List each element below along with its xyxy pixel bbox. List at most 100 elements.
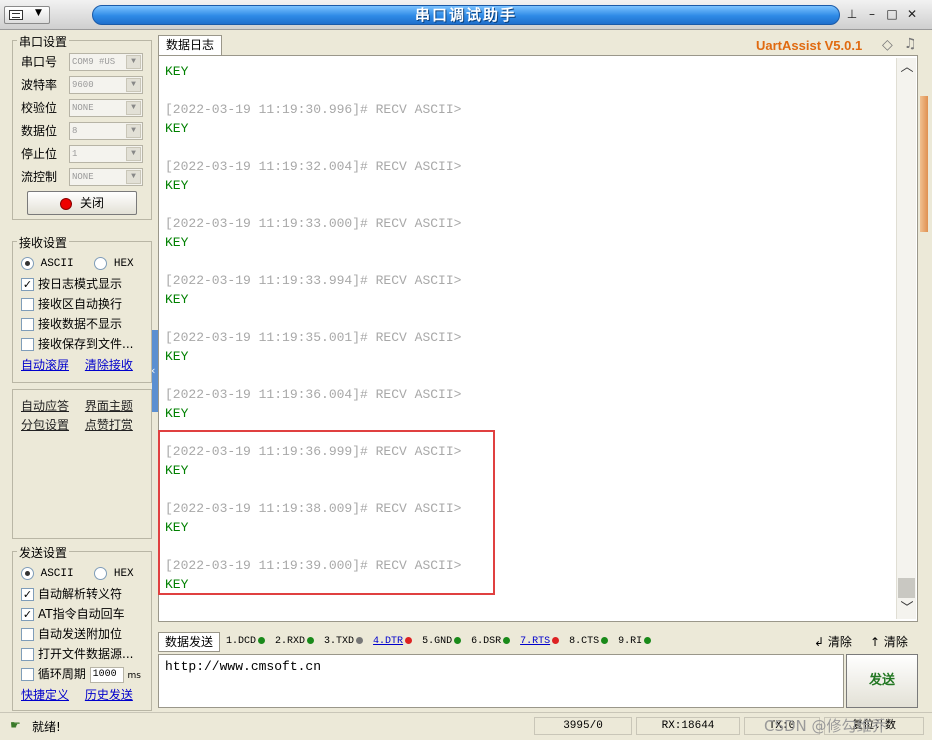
chevron-down-icon[interactable]: ▼ xyxy=(126,170,141,184)
system-menu-button[interactable]: ▼ xyxy=(4,6,50,24)
receive-hex-radio[interactable] xyxy=(94,256,108,270)
pin-icon[interactable]: ⊥ xyxy=(844,7,860,23)
serial-field-select[interactable]: COM9 #US ▼ xyxy=(69,53,143,71)
send-checkbox[interactable] xyxy=(21,648,34,661)
log-spacer xyxy=(165,423,461,442)
log-data: KEY xyxy=(165,406,189,421)
send-checkbox-label: 打开文件数据源... xyxy=(38,647,134,661)
receive-checkbox[interactable] xyxy=(21,338,34,351)
close-port-button[interactable]: 关闭 xyxy=(27,191,137,215)
log-timestamp: [2022-03-19 11:19:32.004]# RECV ASCII> xyxy=(165,159,462,174)
send-option: 打开文件数据源... xyxy=(21,645,133,663)
chevron-down-icon[interactable]: ▼ xyxy=(126,78,141,92)
tools-group: 自动应答 界面主题 分包设置 点赞打赏 xyxy=(12,389,152,539)
auto-reply-link[interactable]: 自动应答 xyxy=(21,399,69,413)
serial-field-select[interactable]: 1 ▼ xyxy=(69,145,143,163)
serial-field-select[interactable]: NONE ▼ xyxy=(69,168,143,186)
tab-data-send[interactable]: 数据发送 xyxy=(158,632,220,652)
serial-field-label: 停止位 xyxy=(21,147,58,161)
send-hex-radio[interactable] xyxy=(94,566,108,580)
log-timestamp: [2022-03-19 11:19:33.000]# RECV ASCII> xyxy=(165,216,462,231)
log-spacer xyxy=(165,480,461,499)
signal-label: 3.TXD xyxy=(324,636,355,647)
receive-checkbox[interactable] xyxy=(21,298,34,311)
log-spacer xyxy=(165,309,461,328)
receive-checkbox-label: 接收保存到文件... xyxy=(38,337,134,351)
log-spacer xyxy=(165,138,461,157)
theme-link[interactable]: 界面主题 xyxy=(85,399,133,413)
scroll-up-icon[interactable]: ︿ xyxy=(897,58,917,78)
signal-led-icon xyxy=(454,636,462,644)
receive-checkbox[interactable]: ✓ xyxy=(21,278,34,291)
log-data: KEY xyxy=(165,64,189,79)
signal-label: 2.RXD xyxy=(275,636,306,647)
maximize-button[interactable]: □ xyxy=(884,7,900,23)
clear-send-button[interactable]: ↑ 清除 xyxy=(870,633,908,650)
minimize-button[interactable]: – xyxy=(864,7,880,23)
tab-data-log[interactable]: 数据日志 xyxy=(158,35,222,55)
donate-link[interactable]: 点赞打赏 xyxy=(85,418,133,432)
send-hex-label: HEX xyxy=(113,568,134,580)
send-ascii-radio[interactable] xyxy=(21,566,34,580)
chevron-down-icon[interactable]: ▼ xyxy=(126,101,141,115)
signal-label: 9.RI xyxy=(618,636,643,647)
watermark: CSDN @修勾维乔 xyxy=(764,717,887,735)
signal-label: 1.DCD xyxy=(226,636,257,647)
receive-ascii-label: ASCII xyxy=(40,258,74,270)
serial-field-select[interactable]: NONE ▼ xyxy=(69,99,143,117)
send-checkbox[interactable]: ✓ xyxy=(21,588,34,601)
serial-settings-group: 串口设置 串口号 COM9 #US ▼ 波特率 9600 ▼ 校验位 NONE ▼ 数据位 8 ▼ 停止… xyxy=(12,33,152,220)
scroll-thumb[interactable] xyxy=(898,578,915,598)
chevron-down-icon[interactable]: ▼ xyxy=(126,147,141,161)
signal-3: 3.TXD xyxy=(324,636,364,647)
receive-ascii-radio[interactable] xyxy=(21,256,34,270)
send-checkbox[interactable] xyxy=(21,628,34,641)
serial-field-label: 波特率 xyxy=(21,78,58,92)
send-checkbox[interactable]: ✓ xyxy=(21,608,34,621)
diamond-icon[interactable]: ◇ xyxy=(882,37,893,53)
select-value: NONE xyxy=(72,172,94,182)
log-scrollbar[interactable]: ︿ ﹀ xyxy=(896,58,916,619)
log-data: KEY xyxy=(165,577,189,592)
serial-field-select[interactable]: 8 ▼ xyxy=(69,122,143,140)
auto-scroll-link[interactable]: 自动滚屏 xyxy=(21,358,69,372)
log-area[interactable]: KEY [2022-03-19 11:19:30.996]# RECV ASCI… xyxy=(158,55,918,622)
log-data: KEY xyxy=(165,520,189,535)
signal-led-icon xyxy=(503,636,511,644)
serial-field-select[interactable]: 9600 ▼ xyxy=(69,76,143,94)
signal-led-icon xyxy=(601,636,609,644)
signal-4[interactable]: 4.DTR xyxy=(373,636,413,647)
log-data: KEY xyxy=(165,178,189,193)
receive-checkbox-label: 接收数据不显示 xyxy=(38,317,123,331)
select-value: COM9 #US xyxy=(72,57,116,67)
signal-7[interactable]: 7.RTS xyxy=(520,636,560,647)
cycle-checkbox[interactable] xyxy=(21,668,34,681)
receive-checkbox[interactable] xyxy=(21,318,34,331)
send-button[interactable]: 发送 xyxy=(846,654,918,708)
receive-settings-group: 接收设置 ASCII HEX ✓ 按日志模式显示 接收区自动换行 接收数据不显示 接收保… xyxy=(12,234,152,383)
receive-option: 接收区自动换行 xyxy=(21,295,122,313)
shortcut-define-link[interactable]: 快捷定义 xyxy=(21,688,69,702)
ready-icon: ☛ xyxy=(10,718,21,732)
select-value: NONE xyxy=(72,103,94,113)
send-history-link[interactable]: 历史发送 xyxy=(85,688,133,702)
serial-field-label: 流控制 xyxy=(21,170,58,184)
close-button[interactable]: ✕ xyxy=(904,7,920,23)
clear-log-button[interactable]: ↲ 清除 xyxy=(814,633,852,650)
log-timestamp: [2022-03-19 11:19:38.009]# RECV ASCII> xyxy=(165,501,462,516)
signal-6: 6.DSR xyxy=(471,636,511,647)
scroll-down-icon[interactable]: ﹀ xyxy=(897,599,917,619)
clear-receive-link[interactable]: 清除接收 xyxy=(85,358,133,372)
clear-log-label: 清除 xyxy=(827,635,852,649)
log-data: KEY xyxy=(165,463,189,478)
chevron-down-icon[interactable]: ▼ xyxy=(126,55,141,69)
cycle-period-input[interactable]: 1000 xyxy=(89,666,124,683)
log-spacer xyxy=(165,366,461,385)
signal-8: 8.CTS xyxy=(569,636,609,647)
chevron-down-icon[interactable]: ▼ xyxy=(126,124,141,138)
packet-settings-link[interactable]: 分包设置 xyxy=(21,418,69,432)
select-value: 1 xyxy=(72,149,78,159)
bell-icon[interactable]: ♫ xyxy=(904,36,917,52)
send-input[interactable]: http://www.cmsoft.cn xyxy=(158,654,844,708)
signal-lines: 1.DCD 2.RXD 3.TXD 4.DTR 5.GND 6.DSR 7.RTS 8.CTS… xyxy=(226,633,661,651)
